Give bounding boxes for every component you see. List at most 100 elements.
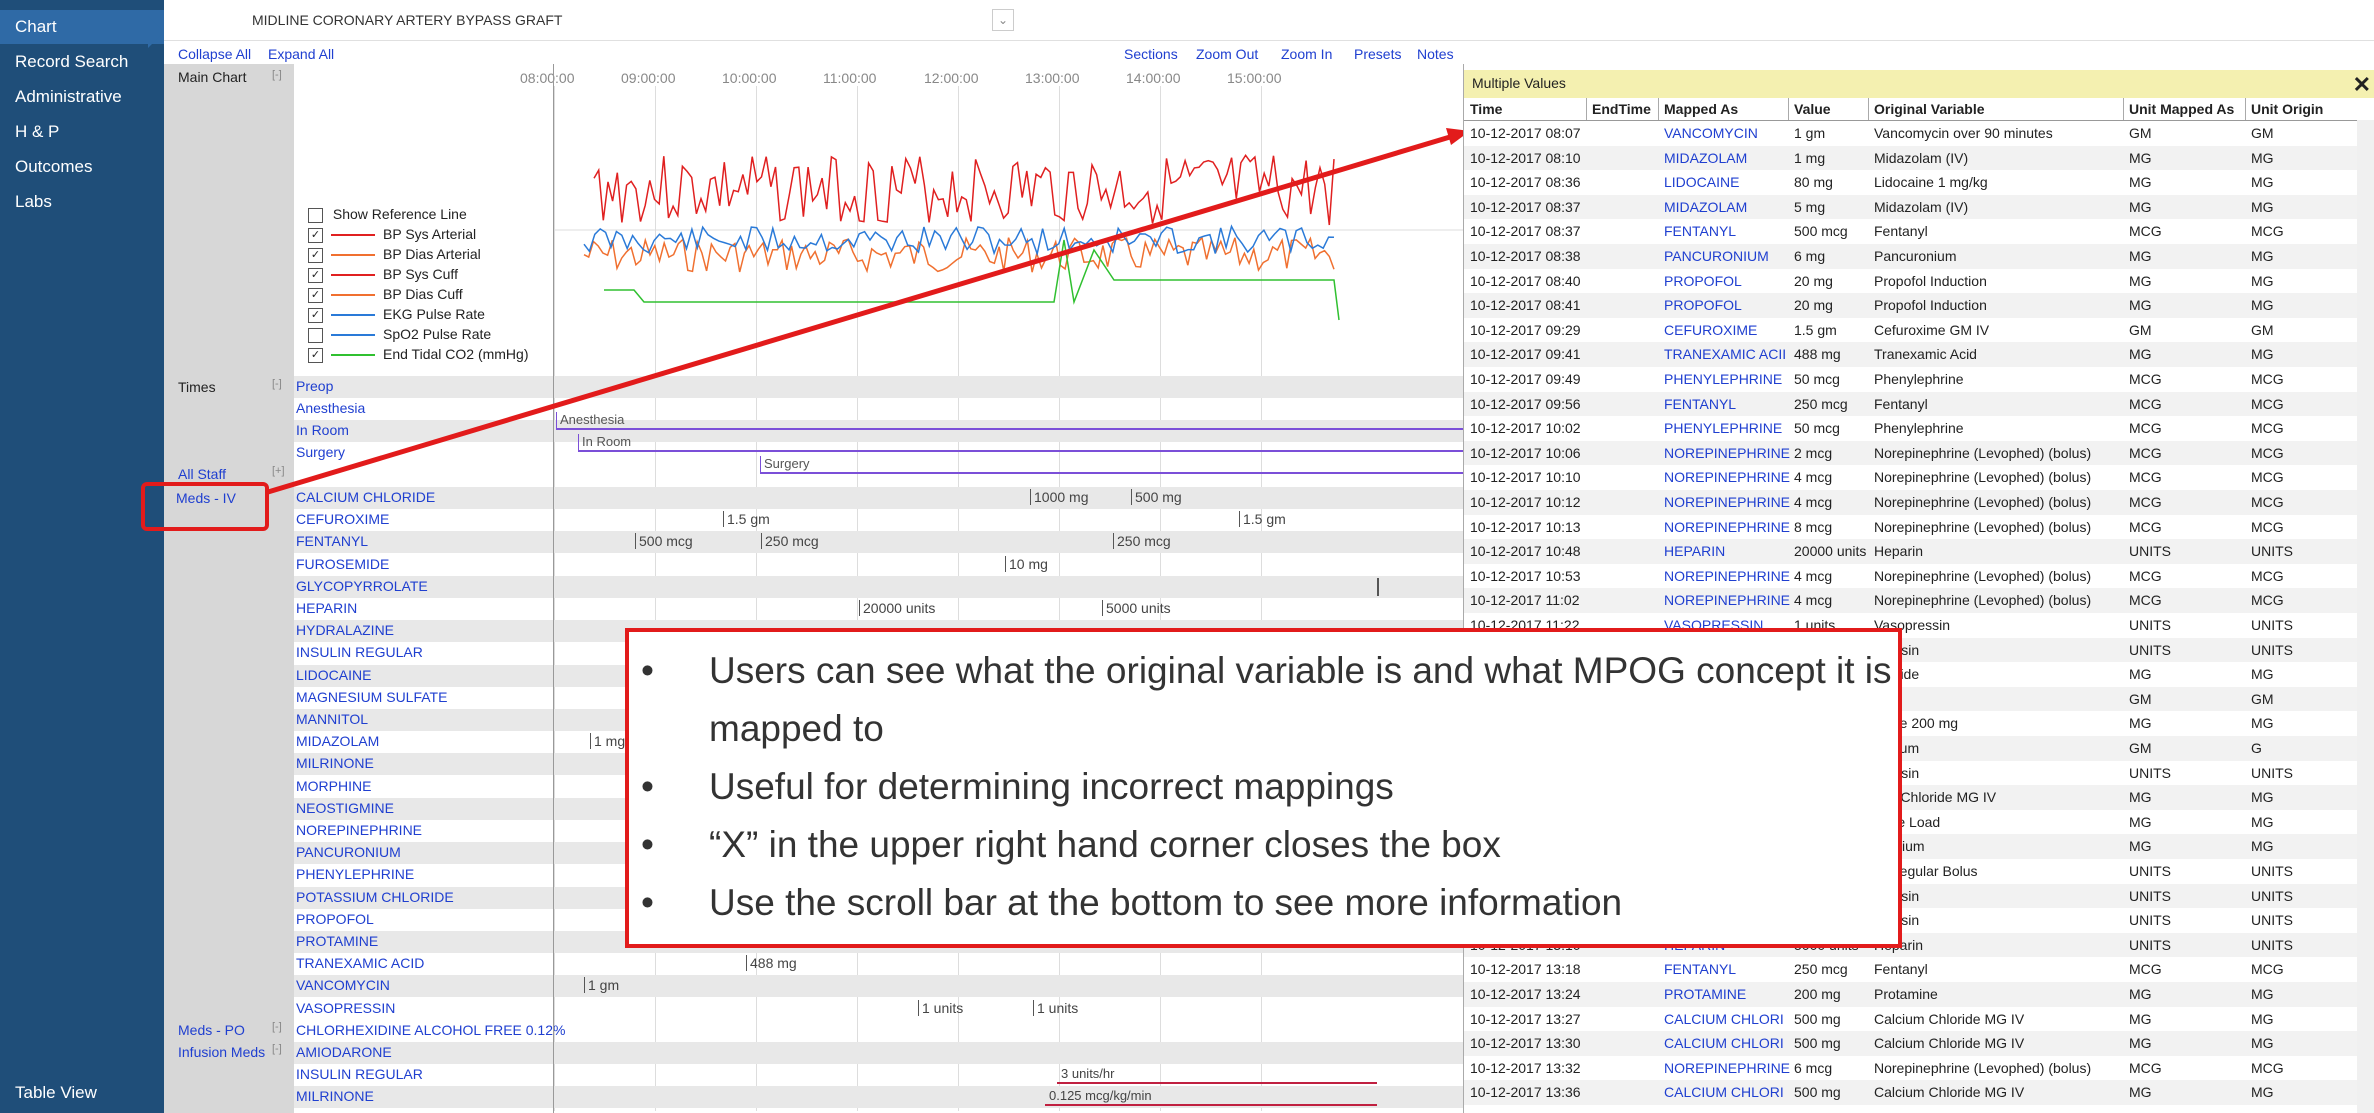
mv-column-header[interactable]: Unit Mapped As	[2129, 101, 2234, 117]
legend-checkbox[interactable]: ✓	[308, 347, 323, 363]
mv-table-row[interactable]: 10-12-2017 09:41 TRANEXAMIC ACII 488 mg Tra…	[1464, 342, 2357, 367]
notes-link[interactable]: Notes	[1417, 46, 1454, 62]
collapse-all-link[interactable]: Collapse All	[178, 46, 251, 62]
mv-table-row[interactable]: 10-12-2017 10:12 NOREPINEPHRINE 4 mcg Norep…	[1464, 490, 2357, 515]
legend-checkbox[interactable]: ✓	[308, 227, 323, 243]
med-row-label[interactable]: MAGNESIUM SULFATE	[296, 689, 447, 705]
mv-table-row[interactable]: 10-12-2017 08:41 PROPOFOL 20 mg Propofol In…	[1464, 293, 2357, 318]
legend-checkbox[interactable]	[308, 327, 323, 343]
dose-marker[interactable]: 500 mcg	[635, 533, 693, 550]
dose-marker[interactable]: 250 mcg	[761, 533, 819, 550]
dose-marker[interactable]: 1 gm	[584, 977, 619, 994]
med-row-label[interactable]: VASOPRESSIN	[296, 1000, 395, 1016]
dose-marker[interactable]: 250 mcg	[1113, 533, 1171, 550]
med-row-label[interactable]: FUROSEMIDE	[296, 556, 389, 572]
legend-checkbox[interactable]: ✓	[308, 247, 323, 263]
legend-item[interactable]: ✓ EKG Pulse Rate	[308, 306, 528, 326]
mv-column-header[interactable]: Time	[1470, 101, 1502, 117]
show-reference-checkbox[interactable]	[308, 207, 323, 223]
med-row-label[interactable]: INSULIN REGULAR	[296, 644, 423, 660]
med-row-label[interactable]: MORPHINE	[296, 778, 371, 794]
med-row-label[interactable]: PROPOFOL	[296, 911, 374, 927]
mv-table-row[interactable]: 10-12-2017 08:40 PROPOFOL 20 mg Propofol In…	[1464, 269, 2357, 294]
mv-table-row[interactable]: 10-12-2017 10:02 PHENYLEPHRINE 50 mcg Pheny…	[1464, 416, 2357, 441]
nav-item-table-view[interactable]: Table View	[0, 1076, 164, 1110]
med-row-label[interactable]: GLYCOPYRROLATE	[296, 578, 428, 594]
mv-table-row[interactable]: 10-12-2017 13:27 CALCIUM CHLORI 500 mg Calc…	[1464, 1007, 2357, 1032]
vertical-scrollbar[interactable]	[2357, 120, 2374, 1113]
dose-marker[interactable]: 488 mg	[746, 955, 797, 972]
mv-table-row[interactable]: 10-12-2017 13:32 NOREPINEPHRINE 6 mcg Norep…	[1464, 1056, 2357, 1081]
sections-link[interactable]: Sections	[1124, 46, 1178, 62]
expand-all-link[interactable]: Expand All	[268, 46, 334, 62]
legend-item[interactable]: ✓ BP Dias Arterial	[308, 246, 528, 266]
med-row-label[interactable]: TRANEXAMIC ACID	[296, 955, 424, 971]
nav-item-outcomes[interactable]: Outcomes	[0, 150, 164, 184]
meds-po-label[interactable]: Meds - PO	[178, 1022, 245, 1038]
mv-table-row[interactable]: 10-12-2017 08:07 VANCOMYCIN 1 gm Vancomycin…	[1464, 121, 2357, 146]
mv-table-row[interactable]: 10-12-2017 13:30 CALCIUM CHLORI 500 mg Calc…	[1464, 1031, 2357, 1056]
med-row-label[interactable]: NEOSTIGMINE	[296, 800, 394, 816]
legend-checkbox[interactable]: ✓	[308, 307, 323, 323]
legend-checkbox[interactable]: ✓	[308, 287, 323, 303]
zoom-out-link[interactable]: Zoom Out	[1196, 46, 1258, 62]
med-row-label[interactable]: PANCURONIUM	[296, 844, 401, 860]
legend-item[interactable]: ✓ End Tidal CO2 (mmHg)	[308, 346, 528, 366]
mv-column-header[interactable]: Unit Origin	[2251, 101, 2323, 117]
mv-column-header[interactable]: Mapped As	[1664, 101, 1738, 117]
nav-item-record-search[interactable]: Record Search	[0, 45, 164, 79]
dose-marker[interactable]: 1 units	[918, 999, 963, 1016]
mv-table-row[interactable]: 10-12-2017 10:10 NOREPINEPHRINE 4 mcg Norep…	[1464, 465, 2357, 490]
nav-item-labs[interactable]: Labs	[0, 185, 164, 219]
infusion-collapse[interactable]: [-]	[272, 1043, 282, 1055]
legend-checkbox[interactable]: ✓	[308, 267, 323, 283]
infusion-meds-label[interactable]: Infusion Meds	[178, 1044, 265, 1060]
mv-table-row[interactable]: 10-12-2017 10:53 NOREPINEPHRINE 4 mcg Norep…	[1464, 564, 2357, 589]
med-row-label[interactable]: PHENYLEPHRINE	[296, 866, 414, 882]
dose-marker[interactable]: 1.5 gm	[1239, 511, 1286, 528]
med-row-label[interactable]: CHLORHEXIDINE ALCOHOL FREE 0.12%	[296, 1022, 565, 1038]
nav-item-chart[interactable]: Chart	[0, 10, 164, 48]
med-row-label[interactable]: NOREPINEPHRINE	[296, 822, 422, 838]
dose-marker[interactable]: 1 units	[1033, 999, 1078, 1016]
mv-table-row[interactable]: 10-12-2017 09:56 FENTANYL 250 mcg Fentanyl M…	[1464, 391, 2357, 417]
legend-item[interactable]: SpO2 Pulse Rate	[308, 326, 528, 346]
dose-marker[interactable]: 1000 mg	[1030, 489, 1088, 505]
show-reference-line[interactable]: Show Reference Line	[308, 206, 528, 226]
times-row-label[interactable]: Surgery	[296, 444, 345, 460]
dose-marker[interactable]: 500 mg	[1131, 489, 1182, 505]
times-row-label[interactable]: In Room	[296, 422, 349, 438]
mv-table-row[interactable]: 10-12-2017 08:36 LIDOCAINE 80 mg Lidocaine …	[1464, 170, 2357, 195]
med-row-label[interactable]: HEPARIN	[296, 600, 357, 616]
meds-po-collapse[interactable]: [-]	[272, 1021, 282, 1033]
mv-table-row[interactable]: 10-12-2017 09:49 PHENYLEPHRINE 50 mcg Pheny…	[1464, 367, 2357, 392]
infusion-row-label[interactable]: INSULIN REGULAR	[296, 1066, 423, 1082]
presets-link[interactable]: Presets	[1354, 46, 1401, 62]
med-row-label[interactable]: CEFUROXIME	[296, 511, 389, 527]
mv-table-row[interactable]: 10-12-2017 09:29 CEFUROXIME 1.5 gm Cefuroxi…	[1464, 318, 2357, 343]
all-staff-expand[interactable]: [+]	[272, 465, 285, 477]
legend-item[interactable]: ✓ BP Dias Cuff	[308, 286, 528, 306]
med-row-label[interactable]: POTASSIUM CHLORIDE	[296, 889, 454, 905]
zoom-in-link[interactable]: Zoom In	[1281, 46, 1332, 62]
med-row-label[interactable]: FENTANYL	[296, 533, 368, 549]
close-icon[interactable]: ✕	[2353, 72, 2371, 98]
med-row-label[interactable]: PROTAMINE	[296, 933, 378, 949]
mv-table-row[interactable]: 10-12-2017 10:48 HEPARIN 20000 units Hepari…	[1464, 539, 2357, 564]
legend-item[interactable]: ✓ BP Sys Cuff	[308, 266, 528, 286]
med-row-label[interactable]: CALCIUM CHLORIDE	[296, 489, 435, 505]
mv-column-header[interactable]: Original Variable	[1874, 101, 1985, 117]
mv-table-row[interactable]: 10-12-2017 08:38 PANCURONIUM 6 mg Pancuroni…	[1464, 244, 2357, 269]
times-collapse[interactable]: [-]	[272, 378, 282, 390]
med-row-label[interactable]: LIDOCAINE	[296, 667, 371, 683]
infusion-row-label[interactable]: AMIODARONE	[296, 1044, 392, 1060]
dose-marker[interactable]: 20000 units	[859, 600, 935, 616]
all-staff-label[interactable]: All Staff	[178, 466, 226, 482]
mv-column-header[interactable]: EndTime	[1592, 101, 1651, 117]
legend-item[interactable]: ✓ BP Sys Arterial	[308, 226, 528, 246]
mv-table-row[interactable]: 10-12-2017 13:18 FENTANYL 250 mcg Fentanyl M…	[1464, 957, 2357, 982]
med-row-label[interactable]: MILRINONE	[296, 755, 374, 771]
main-chart-collapse[interactable]: [-]	[272, 69, 282, 81]
mv-column-header[interactable]: Value	[1794, 101, 1831, 117]
mv-table-row[interactable]: 10-12-2017 10:06 NOREPINEPHRINE 2 mcg Norep…	[1464, 440, 2357, 466]
